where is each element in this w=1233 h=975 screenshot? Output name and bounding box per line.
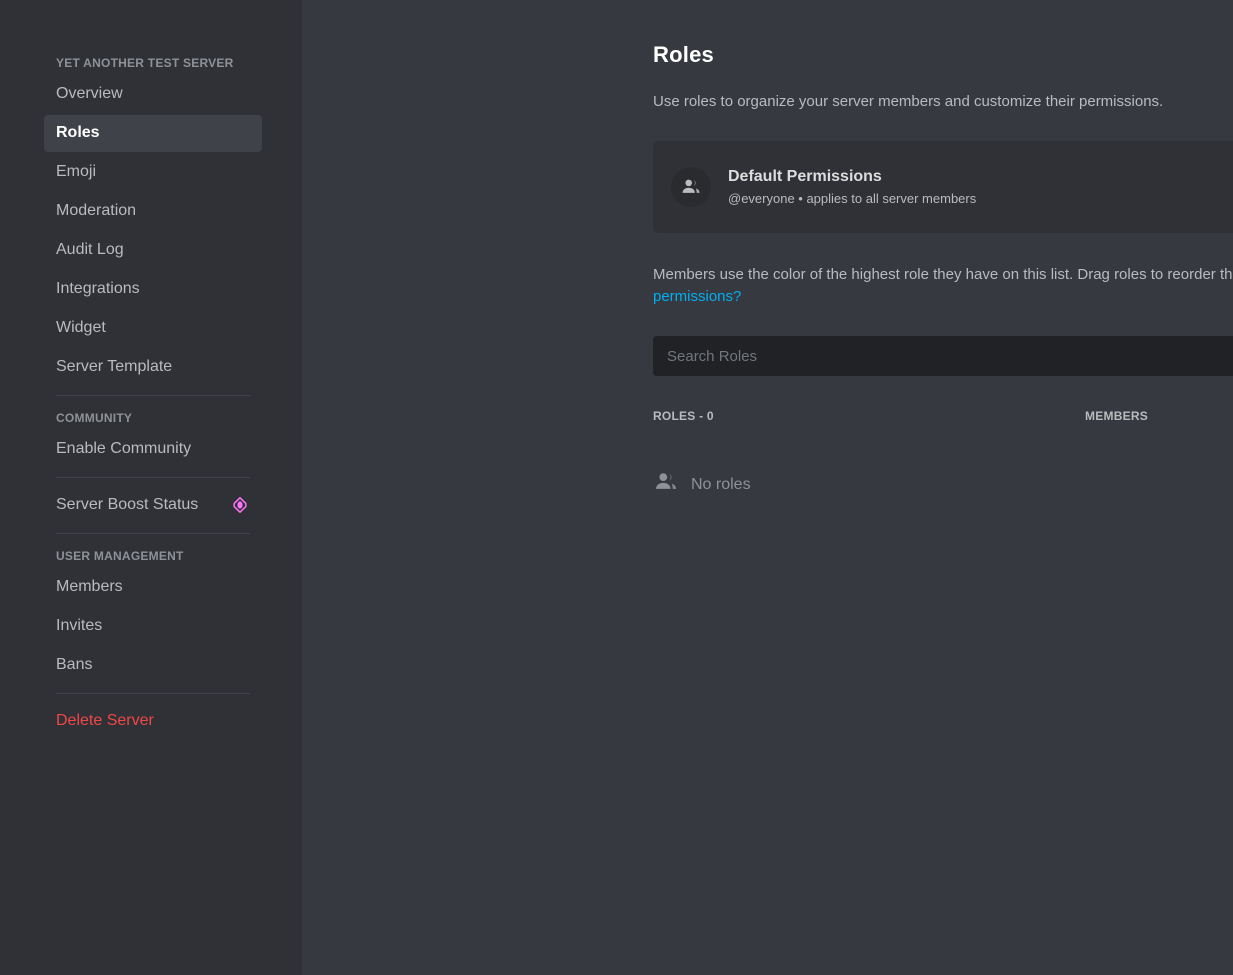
page-subtitle: Use roles to organize your server member… [653, 93, 1164, 110]
sidebar-item-delete-server[interactable]: Delete Server [44, 703, 262, 740]
sidebar-item-widget[interactable]: Widget [44, 310, 262, 347]
sidebar-item-label: Invites [56, 617, 103, 634]
settings-content: Roles Use roles to organize your server … [302, 0, 1233, 975]
sidebar-item-audit-log[interactable]: Audit Log [44, 232, 262, 269]
sidebar-divider [56, 533, 250, 534]
sidebar-item-server-template[interactable]: Server Template [44, 349, 262, 386]
sidebar-item-label: Server Template [56, 358, 173, 375]
search-roles-field[interactable] [653, 336, 1233, 376]
sidebar-item-label: Widget [56, 319, 106, 336]
people-icon [671, 167, 711, 207]
page-title: Roles [653, 42, 715, 67]
boost-gem-icon [232, 496, 248, 514]
sidebar-item-moderation[interactable]: Moderation [44, 193, 262, 230]
default-permissions-title: Default Permissions [728, 168, 882, 185]
default-permissions-description: @everyone • applies to all server member… [728, 191, 977, 206]
discord-server-settings: YET ANOTHER TEST SERVER Overview Roles E… [0, 0, 1233, 975]
sidebar-item-roles[interactable]: Roles [44, 115, 262, 152]
roles-search-row: Create Role [653, 336, 1233, 376]
sidebar-divider [56, 477, 250, 478]
search-input[interactable] [653, 336, 1233, 376]
sidebar-item-members[interactable]: Members [44, 569, 262, 606]
default-permissions-card[interactable]: Default Permissions @everyone • applies … [653, 141, 1233, 233]
roles-table-header: ROLES - 0 MEMBERS [653, 409, 1233, 423]
sidebar-item-enable-community[interactable]: Enable Community [44, 431, 262, 468]
settings-sidebar: YET ANOTHER TEST SERVER Overview Roles E… [0, 0, 302, 975]
default-permissions-text: Default Permissions @everyone • applies … [728, 167, 1233, 207]
sidebar-item-label: Integrations [56, 280, 140, 297]
sidebar-item-overview[interactable]: Overview [44, 76, 262, 113]
sidebar-item-label: Overview [56, 85, 123, 102]
roles-column-header: ROLES - 0 [653, 409, 714, 423]
roles-helper-static: Members use the color of the highest rol… [653, 266, 1233, 283]
roles-empty-text: No roles [691, 475, 751, 493]
sidebar-item-bans[interactable]: Bans [44, 647, 262, 684]
sidebar-item-label: Bans [56, 656, 93, 673]
people-icon [653, 469, 679, 500]
sidebar-item-label: Members [56, 578, 123, 595]
sidebar-item-integrations[interactable]: Integrations [44, 271, 262, 308]
sidebar-item-label: Enable Community [56, 440, 192, 457]
sidebar-item-label: Delete Server [56, 712, 154, 729]
roles-empty-state: No roles [653, 469, 1233, 500]
sidebar-item-label: Audit Log [56, 241, 124, 258]
sidebar-divider [56, 693, 250, 694]
sidebar-item-invites[interactable]: Invites [44, 608, 262, 645]
sidebar-item-label: Roles [56, 124, 100, 141]
sidebar-item-server-boost-status[interactable]: Server Boost Status [44, 487, 262, 524]
sidebar-section-community: COMMUNITY [56, 411, 133, 425]
roles-helper-text: Members use the color of the highest rol… [653, 264, 1233, 308]
sidebar-item-label: Server Boost Status [56, 496, 199, 513]
sidebar-item-label: Emoji [56, 163, 97, 180]
sidebar-item-label: Moderation [56, 202, 137, 219]
sidebar-server-name: YET ANOTHER TEST SERVER [56, 56, 234, 70]
sidebar-divider [56, 395, 250, 396]
sidebar-item-emoji[interactable]: Emoji [44, 154, 262, 191]
members-column-header: MEMBERS [1085, 409, 1149, 423]
sidebar-section-user-management: USER MANAGEMENT [56, 549, 184, 563]
